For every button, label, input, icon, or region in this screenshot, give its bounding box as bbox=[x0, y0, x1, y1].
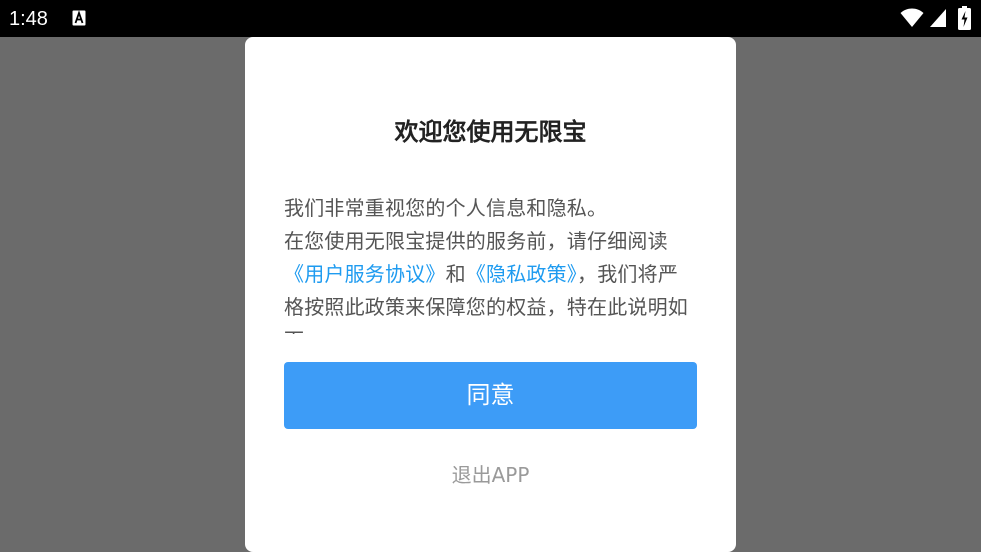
body-paragraph: 在您使用无限宝提供的服务前，请仔细阅读《用户服务协议》和《隐私政策》，我们将严格… bbox=[284, 225, 698, 334]
body-text-and: 和 bbox=[445, 262, 466, 286]
a-notification-icon bbox=[72, 10, 86, 26]
agree-button[interactable]: 同意 bbox=[284, 362, 697, 429]
status-bar: 1:48 bbox=[0, 0, 981, 37]
user-agreement-link[interactable]: 《用户服务协议》 bbox=[284, 262, 446, 286]
dialog-title: 欢迎您使用无限宝 bbox=[394, 118, 587, 146]
body-text-pre: 在您使用无限宝提供的服务前，请仔细阅读 bbox=[284, 229, 668, 253]
battery-charging-icon bbox=[958, 6, 971, 30]
wifi-icon bbox=[900, 8, 924, 27]
signal-icon bbox=[930, 9, 946, 27]
dialog-body: 我们非常重视您的个人信息和隐私。 在您使用无限宝提供的服务前，请仔细阅读《用户服… bbox=[284, 192, 698, 334]
privacy-policy-link[interactable]: 《隐私政策》 bbox=[466, 262, 577, 286]
body-intro: 我们非常重视您的个人信息和隐私。 bbox=[284, 196, 608, 220]
privacy-dialog: 欢迎您使用无限宝 我们非常重视您的个人信息和隐私。 在您使用无限宝提供的服务前，… bbox=[245, 37, 736, 552]
exit-app-button[interactable]: 退出APP bbox=[245, 459, 736, 491]
status-time: 1:48 bbox=[9, 8, 48, 30]
